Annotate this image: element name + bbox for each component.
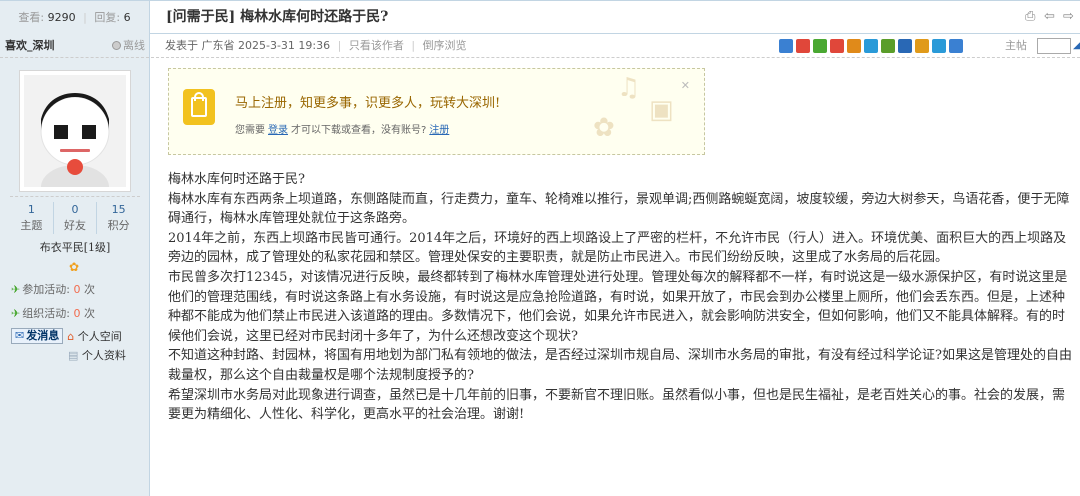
joined-activities-count: 0: [73, 283, 81, 296]
author-sidebar: 喜欢_深圳 离线 1 主题 0 好友 15 积分 布衣平民[1级] ✿ ✈ 参加…: [0, 34, 150, 496]
next-thread-icon[interactable]: ⇨: [1063, 10, 1076, 23]
organized-activities-count: 0: [73, 307, 81, 320]
envelope-icon: ✉: [15, 329, 25, 342]
points-count: 15: [111, 203, 126, 216]
share-icon[interactable]: [779, 39, 793, 53]
organized-activities-unit: 次: [83, 307, 95, 320]
share-icon[interactable]: [949, 39, 963, 53]
print-icon[interactable]: ⎙: [1025, 10, 1038, 23]
share-icon[interactable]: [847, 39, 861, 53]
notice-title: 马上注册，知更多事，识更多人，玩转大深圳!: [235, 96, 501, 111]
person-icon: ✈: [11, 283, 21, 296]
reverse-order-link[interactable]: 倒序浏览: [423, 39, 467, 52]
post-paragraph: 市民曾多次打12345，对该情况进行反映，最终都转到了梅林水库管理处进行处理。管…: [168, 269, 1068, 344]
post-content: 梅林水库何时还路于民? 梅林水库有东西两条上坝道路，东侧路陡而直，行走费力，童车…: [168, 170, 1074, 425]
profile-link[interactable]: ▤ 个人资料: [68, 347, 126, 363]
profile-label: 个人资料: [81, 349, 126, 362]
stats-divider: |: [83, 11, 87, 24]
thread-header: 查看: 9290 | 回复: 6 [问需于民] 梅林水库何时还路于民? ⎙ ⇦ …: [0, 0, 1080, 34]
thread-title[interactable]: 梅林水库何时还路于民?: [240, 9, 388, 25]
personal-space-link[interactable]: ⌂ 个人空间: [67, 328, 121, 344]
jump-icon[interactable]: ◢: [1073, 40, 1080, 51]
post-paragraph: 梅林水库何时还路于民?: [168, 172, 305, 187]
replies-label: 回复:: [94, 11, 121, 24]
share-icon[interactable]: [881, 39, 895, 53]
post-paragraph: 梅林水库有东西两条上坝道路，东侧路陡而直，行走费力，童车、轮椅难以推行，景观单调…: [168, 191, 1070, 227]
only-author-link[interactable]: 只看该作者: [349, 39, 404, 52]
joined-activities-unit: 次: [83, 283, 95, 296]
home-icon: ⌂: [67, 330, 75, 343]
post-paragraph: 不知道这种封路、封园林，将国有用地划为部门私有领地的做法，是否经过深圳市规自局、…: [168, 348, 1072, 383]
gear-icon: ✿: [593, 113, 615, 143]
meta-divider: |: [411, 39, 416, 52]
avatar-image: [24, 75, 126, 187]
user-rank[interactable]: 布衣平民[1级]: [0, 239, 150, 255]
share-icon[interactable]: [864, 39, 878, 53]
notice-prefix: 您需要: [235, 125, 265, 136]
camera-icon: ▣: [649, 95, 674, 125]
views-count: 9290: [47, 11, 76, 24]
online-status: 离线: [112, 34, 145, 58]
share-icon[interactable]: [813, 39, 827, 53]
author-actions: ✉ 发消息 ⌂ 个人空间: [11, 328, 122, 344]
share-icon[interactable]: [932, 39, 946, 53]
document-icon: ▤: [68, 349, 79, 362]
threads-label: 主题: [20, 219, 43, 232]
friends-label: 好友: [64, 219, 86, 232]
threads-stat[interactable]: 1 主题: [10, 202, 54, 234]
floor-label: 主帖: [1005, 39, 1027, 52]
joined-activities: ✈ 参加活动: 0 次: [11, 281, 95, 297]
points-label: 积分: [107, 219, 130, 232]
post-date: 发表于 广东省 2025-3-31 19:36: [165, 39, 331, 52]
meta-divider: |: [337, 39, 342, 52]
post-meta: 发表于 广东省 2025-3-31 19:36 | 只看该作者 | 倒序浏览: [165, 34, 467, 58]
views-label: 查看:: [18, 11, 45, 24]
share-icon[interactable]: [830, 39, 844, 53]
author-counts: 1 主题 0 好友 15 积分: [10, 196, 140, 234]
personal-space-label: 个人空间: [77, 330, 122, 343]
online-status-label: 离线: [123, 39, 145, 52]
person-icon: ✈: [11, 307, 21, 320]
replies-count: 6: [123, 11, 131, 24]
music-note-icon: ♫: [617, 73, 641, 103]
friends-stat[interactable]: 0 好友: [54, 202, 98, 234]
thread-stats: 查看: 9290 | 回复: 6: [0, 1, 150, 34]
threads-count: 1: [27, 203, 35, 216]
organized-activities-label: 组织活动:: [22, 307, 70, 320]
author-name[interactable]: 喜欢_深圳: [5, 39, 55, 52]
notice-text: 您需要 登录 才可以下载或查看，没有账号? 注册: [235, 121, 452, 136]
rank-star-icon: ✿: [69, 260, 80, 274]
share-icon[interactable]: [915, 39, 929, 53]
floor-jump-input[interactable]: [1037, 38, 1071, 54]
friends-count: 0: [71, 203, 79, 216]
offline-icon: [112, 41, 121, 50]
close-icon[interactable]: ✕: [681, 79, 690, 92]
login-link[interactable]: 登录: [268, 125, 288, 136]
joined-activities-label: 参加活动:: [22, 283, 70, 296]
points-stat[interactable]: 15 积分: [97, 202, 140, 234]
login-notice: 马上注册，知更多事，识更多人，玩转大深圳! 您需要 登录 才可以下载或查看，没有账号…: [168, 68, 705, 155]
post-paragraph: 希望深圳市水务局对此现象进行调查，虽然已是十几年前的旧事，不要新官不理旧账。虽然…: [168, 387, 1066, 423]
share-icons: [779, 39, 963, 53]
register-link[interactable]: 注册: [429, 125, 449, 136]
share-icon[interactable]: [898, 39, 912, 53]
post-paragraph: 2014年之前，东西上坝路市民皆可通行。2014年之后，环境好的西上坝路设上了严…: [168, 230, 1067, 266]
avatar-face-icon: [24, 75, 126, 187]
page-title: [问需于民] 梅林水库何时还路于民?: [166, 1, 388, 34]
share-icon[interactable]: [796, 39, 810, 53]
thread-tools: ⎙ ⇦ ⇨: [1025, 10, 1076, 23]
post-header: 发表于 广东省 2025-3-31 19:36 | 只看该作者 | 倒序浏览 主…: [151, 34, 1080, 58]
author-name-row: 喜欢_深圳 离线: [0, 34, 149, 58]
avatar[interactable]: [19, 70, 131, 192]
prev-thread-icon[interactable]: ⇦: [1044, 10, 1057, 23]
organized-activities: ✈ 组织活动: 0 次: [11, 305, 95, 321]
lock-icon: [183, 89, 215, 125]
send-message-button[interactable]: ✉ 发消息: [11, 328, 64, 344]
notice-middle: 才可以下载或查看，没有账号?: [291, 125, 427, 136]
send-message-label: 发消息: [26, 329, 60, 342]
thread-category[interactable]: [问需于民]: [166, 9, 235, 25]
